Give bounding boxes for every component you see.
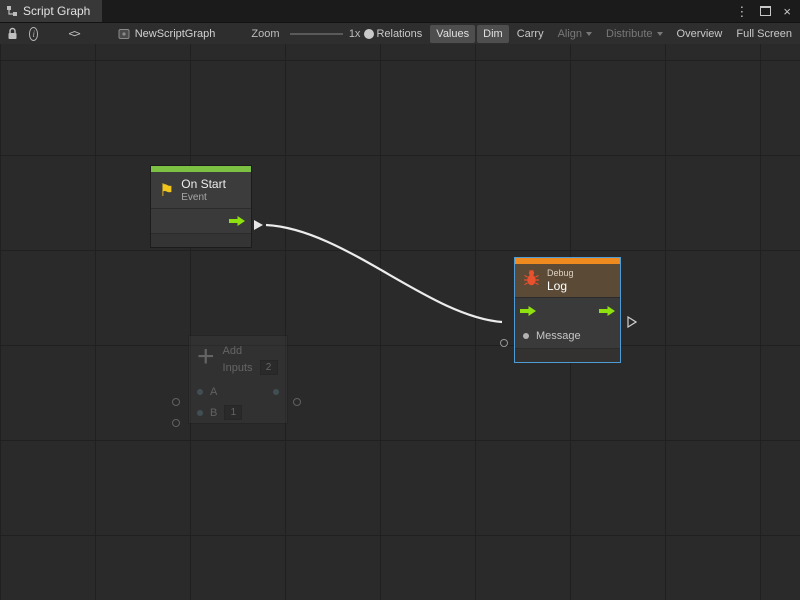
- node-footer: [515, 348, 620, 362]
- add-inputs-port-a-outer[interactable]: [172, 398, 180, 406]
- port-b-label: B: [210, 407, 217, 419]
- graph-toolbar: i <> NewScriptGraph Zoom 1x Relations Va…: [0, 23, 800, 45]
- flow-input-arrow-icon[interactable]: [520, 306, 536, 316]
- node-title: On Start: [181, 177, 226, 191]
- align-label: Align: [558, 28, 582, 40]
- node-category: Debug: [547, 268, 574, 278]
- zoom-slider-knob[interactable]: [364, 29, 374, 39]
- wires-layer: [0, 44, 800, 600]
- port-a-dot[interactable]: [197, 389, 203, 395]
- connection-edge[interactable]: [266, 225, 502, 322]
- titlebar: Script Graph ⋮ ×: [0, 0, 800, 23]
- chevron-down-icon: [657, 32, 663, 36]
- overview-button[interactable]: Overview: [671, 25, 729, 43]
- bug-icon: [523, 269, 540, 292]
- inputs-count-field[interactable]: 2: [260, 360, 278, 375]
- message-port-label: Message: [536, 330, 581, 342]
- values-button[interactable]: Values: [430, 25, 475, 43]
- script-graph-icon: [6, 5, 18, 17]
- on-start-output-row: [151, 208, 251, 233]
- lock-icon[interactable]: [7, 27, 18, 40]
- tab-script-graph[interactable]: Script Graph: [0, 0, 102, 22]
- input-row-b: B 1: [189, 402, 287, 423]
- plus-icon: +: [197, 344, 215, 370]
- message-input-port[interactable]: [500, 339, 508, 347]
- info-icon[interactable]: i: [29, 27, 38, 41]
- maximize-icon[interactable]: [760, 6, 771, 16]
- output-port-dot[interactable]: [273, 389, 279, 395]
- graph-asset-icon: [118, 28, 130, 40]
- distribute-button[interactable]: Distribute: [600, 25, 668, 43]
- distribute-label: Distribute: [606, 28, 652, 40]
- node-on-start[interactable]: ⚑ On Start Event: [150, 165, 252, 248]
- add-inputs-header: + Add Inputs 2: [189, 336, 287, 381]
- debug-flow-row: [515, 297, 620, 324]
- node-title: Log: [547, 279, 574, 293]
- graph-name[interactable]: NewScriptGraph: [135, 28, 216, 40]
- debug-log-header: Debug Log: [515, 264, 620, 297]
- node-title-line2: Inputs: [223, 362, 253, 374]
- zoom-slider[interactable]: [290, 28, 343, 40]
- align-button[interactable]: Align: [552, 25, 598, 43]
- window-controls: ⋮ ×: [735, 0, 800, 22]
- flag-icon: ⚑: [159, 182, 174, 199]
- node-title-line1: Add: [223, 345, 278, 357]
- chevron-down-icon: [586, 32, 592, 36]
- graph-canvas[interactable]: ⚑ On Start Event: [0, 44, 800, 600]
- menu-kebab-icon[interactable]: ⋮: [735, 5, 748, 18]
- close-icon[interactable]: ×: [783, 5, 791, 18]
- relations-button[interactable]: Relations: [370, 25, 428, 43]
- tab-title: Script Graph: [23, 4, 90, 18]
- add-inputs-output-outer[interactable]: [293, 398, 301, 406]
- flow-output-arrow-icon[interactable]: [229, 216, 245, 226]
- carry-button[interactable]: Carry: [511, 25, 550, 43]
- code-icon[interactable]: <>: [68, 27, 79, 40]
- port-b-value-field[interactable]: 1: [224, 405, 242, 420]
- on-start-header: ⚑ On Start Event: [151, 172, 251, 208]
- message-port-dot[interactable]: [523, 333, 529, 339]
- fullscreen-button[interactable]: Full Screen: [730, 25, 798, 43]
- node-footer: [151, 233, 251, 247]
- zoom-label: Zoom: [251, 28, 279, 40]
- zoom-slider-track[interactable]: [290, 33, 343, 35]
- node-debug-log[interactable]: Debug Log Message: [514, 257, 621, 363]
- port-a-label: A: [210, 386, 217, 398]
- node-subtitle: Event: [181, 192, 226, 203]
- flow-output-arrow-icon[interactable]: [599, 306, 615, 316]
- zoom-value: 1x: [349, 28, 361, 40]
- node-add-inputs[interactable]: + Add Inputs 2 A B 1: [188, 335, 288, 424]
- add-inputs-port-b-outer[interactable]: [172, 419, 180, 427]
- debug-message-row: Message: [515, 324, 620, 348]
- on-start-trigger-port[interactable]: [254, 220, 263, 230]
- dim-button[interactable]: Dim: [477, 25, 509, 43]
- debug-output-trigger-port[interactable]: [627, 316, 637, 328]
- port-b-dot[interactable]: [197, 410, 203, 416]
- input-row-a: A: [189, 381, 287, 402]
